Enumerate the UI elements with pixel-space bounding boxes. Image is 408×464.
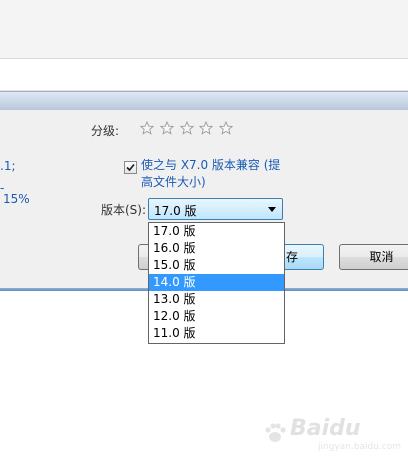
compat-checkbox[interactable]	[124, 161, 137, 174]
watermark-sub: jingyan.baidu.com	[318, 442, 402, 452]
save-button-label: 存	[286, 250, 299, 264]
star-icon[interactable]	[140, 121, 154, 135]
rating-label: 分级:	[91, 124, 120, 138]
compat-label-line2[interactable]: 高文件大小)	[141, 174, 206, 190]
version-select-value: 17.0 版	[154, 204, 197, 218]
chevron-down-icon[interactable]	[268, 207, 276, 212]
star-icon[interactable]	[219, 121, 234, 135]
input-strip	[0, 60, 408, 91]
rating-stars[interactable]	[140, 121, 235, 135]
version-dropdown-list[interactable]: 17.0 版 16.0 版 15.0 版 14.0 版 13.0 版 12.0 …	[148, 222, 285, 344]
version-option[interactable]: 12.0 版	[149, 308, 284, 325]
version-option[interactable]: 13.0 版	[149, 291, 284, 308]
star-icon[interactable]	[199, 121, 214, 135]
clipped-text-line: .1;	[0, 159, 16, 173]
version-select[interactable]: 17.0 版	[148, 198, 283, 220]
star-icon[interactable]	[179, 121, 194, 135]
version-option[interactable]: 16.0 版	[149, 240, 284, 257]
baidu-watermark: Baidu jingyan.baidu.com	[262, 416, 402, 456]
version-option[interactable]: 17.0 版	[149, 223, 284, 240]
version-option[interactable]: 11.0 版	[149, 325, 284, 342]
cancel-button[interactable]: 取消	[339, 244, 408, 270]
paw-icon	[265, 423, 286, 442]
top-separator	[0, 58, 408, 59]
version-option[interactable]: 15.0 版	[149, 257, 284, 274]
top-background-area	[0, 0, 408, 58]
checkmark-icon	[126, 163, 135, 172]
compat-label-line1[interactable]: 使之与 X7.0 版本兼容 (提	[141, 157, 280, 173]
version-label: 版本(S):	[101, 203, 147, 217]
star-icon[interactable]	[159, 121, 174, 135]
watermark-brand: Baidu	[290, 416, 361, 441]
clipped-text-line: 15%	[3, 192, 30, 206]
version-option-highlighted[interactable]: 14.0 版	[149, 274, 284, 291]
dialog-title-band	[0, 91, 408, 111]
